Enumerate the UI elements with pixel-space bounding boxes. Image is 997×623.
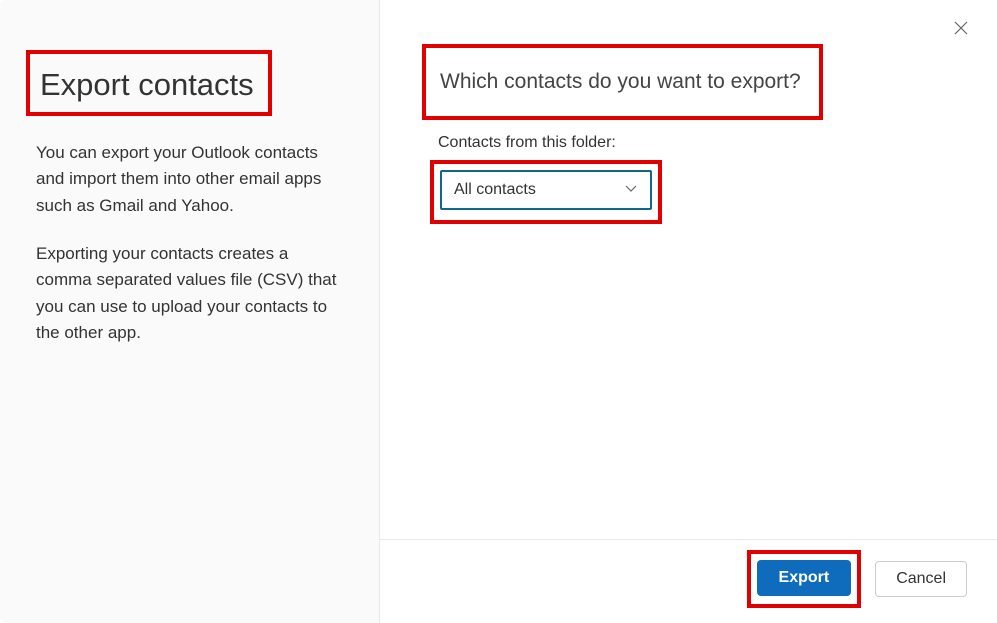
description-paragraph-1: You can export your Outlook contacts and… <box>36 140 343 219</box>
folder-select-value: All contacts <box>454 181 536 199</box>
title-highlight-box: Export contacts <box>26 50 272 116</box>
export-question: Which contacts do you want to export? <box>440 70 801 94</box>
select-highlight-box: All contacts <box>430 160 662 224</box>
export-contacts-dialog: Export contacts You can export your Outl… <box>0 0 997 623</box>
dialog-footer: Export Cancel <box>380 539 997 623</box>
left-info-panel: Export contacts You can export your Outl… <box>0 0 380 623</box>
chevron-down-icon <box>624 181 638 200</box>
folder-select-dropdown[interactable]: All contacts <box>440 170 652 210</box>
description-paragraph-2: Exporting your contacts creates a comma … <box>36 241 343 346</box>
export-button[interactable]: Export <box>757 560 852 596</box>
close-icon <box>954 21 968 40</box>
export-highlight-box: Export <box>747 550 862 608</box>
question-highlight-box: Which contacts do you want to export? <box>422 44 823 120</box>
right-form-panel: Which contacts do you want to export? Co… <box>380 0 997 623</box>
cancel-button[interactable]: Cancel <box>875 561 967 597</box>
folder-select-label: Contacts from this folder: <box>438 134 941 152</box>
form-content: Which contacts do you want to export? Co… <box>380 0 997 539</box>
panel-title: Export contacts <box>40 68 254 102</box>
close-button[interactable] <box>951 20 971 40</box>
